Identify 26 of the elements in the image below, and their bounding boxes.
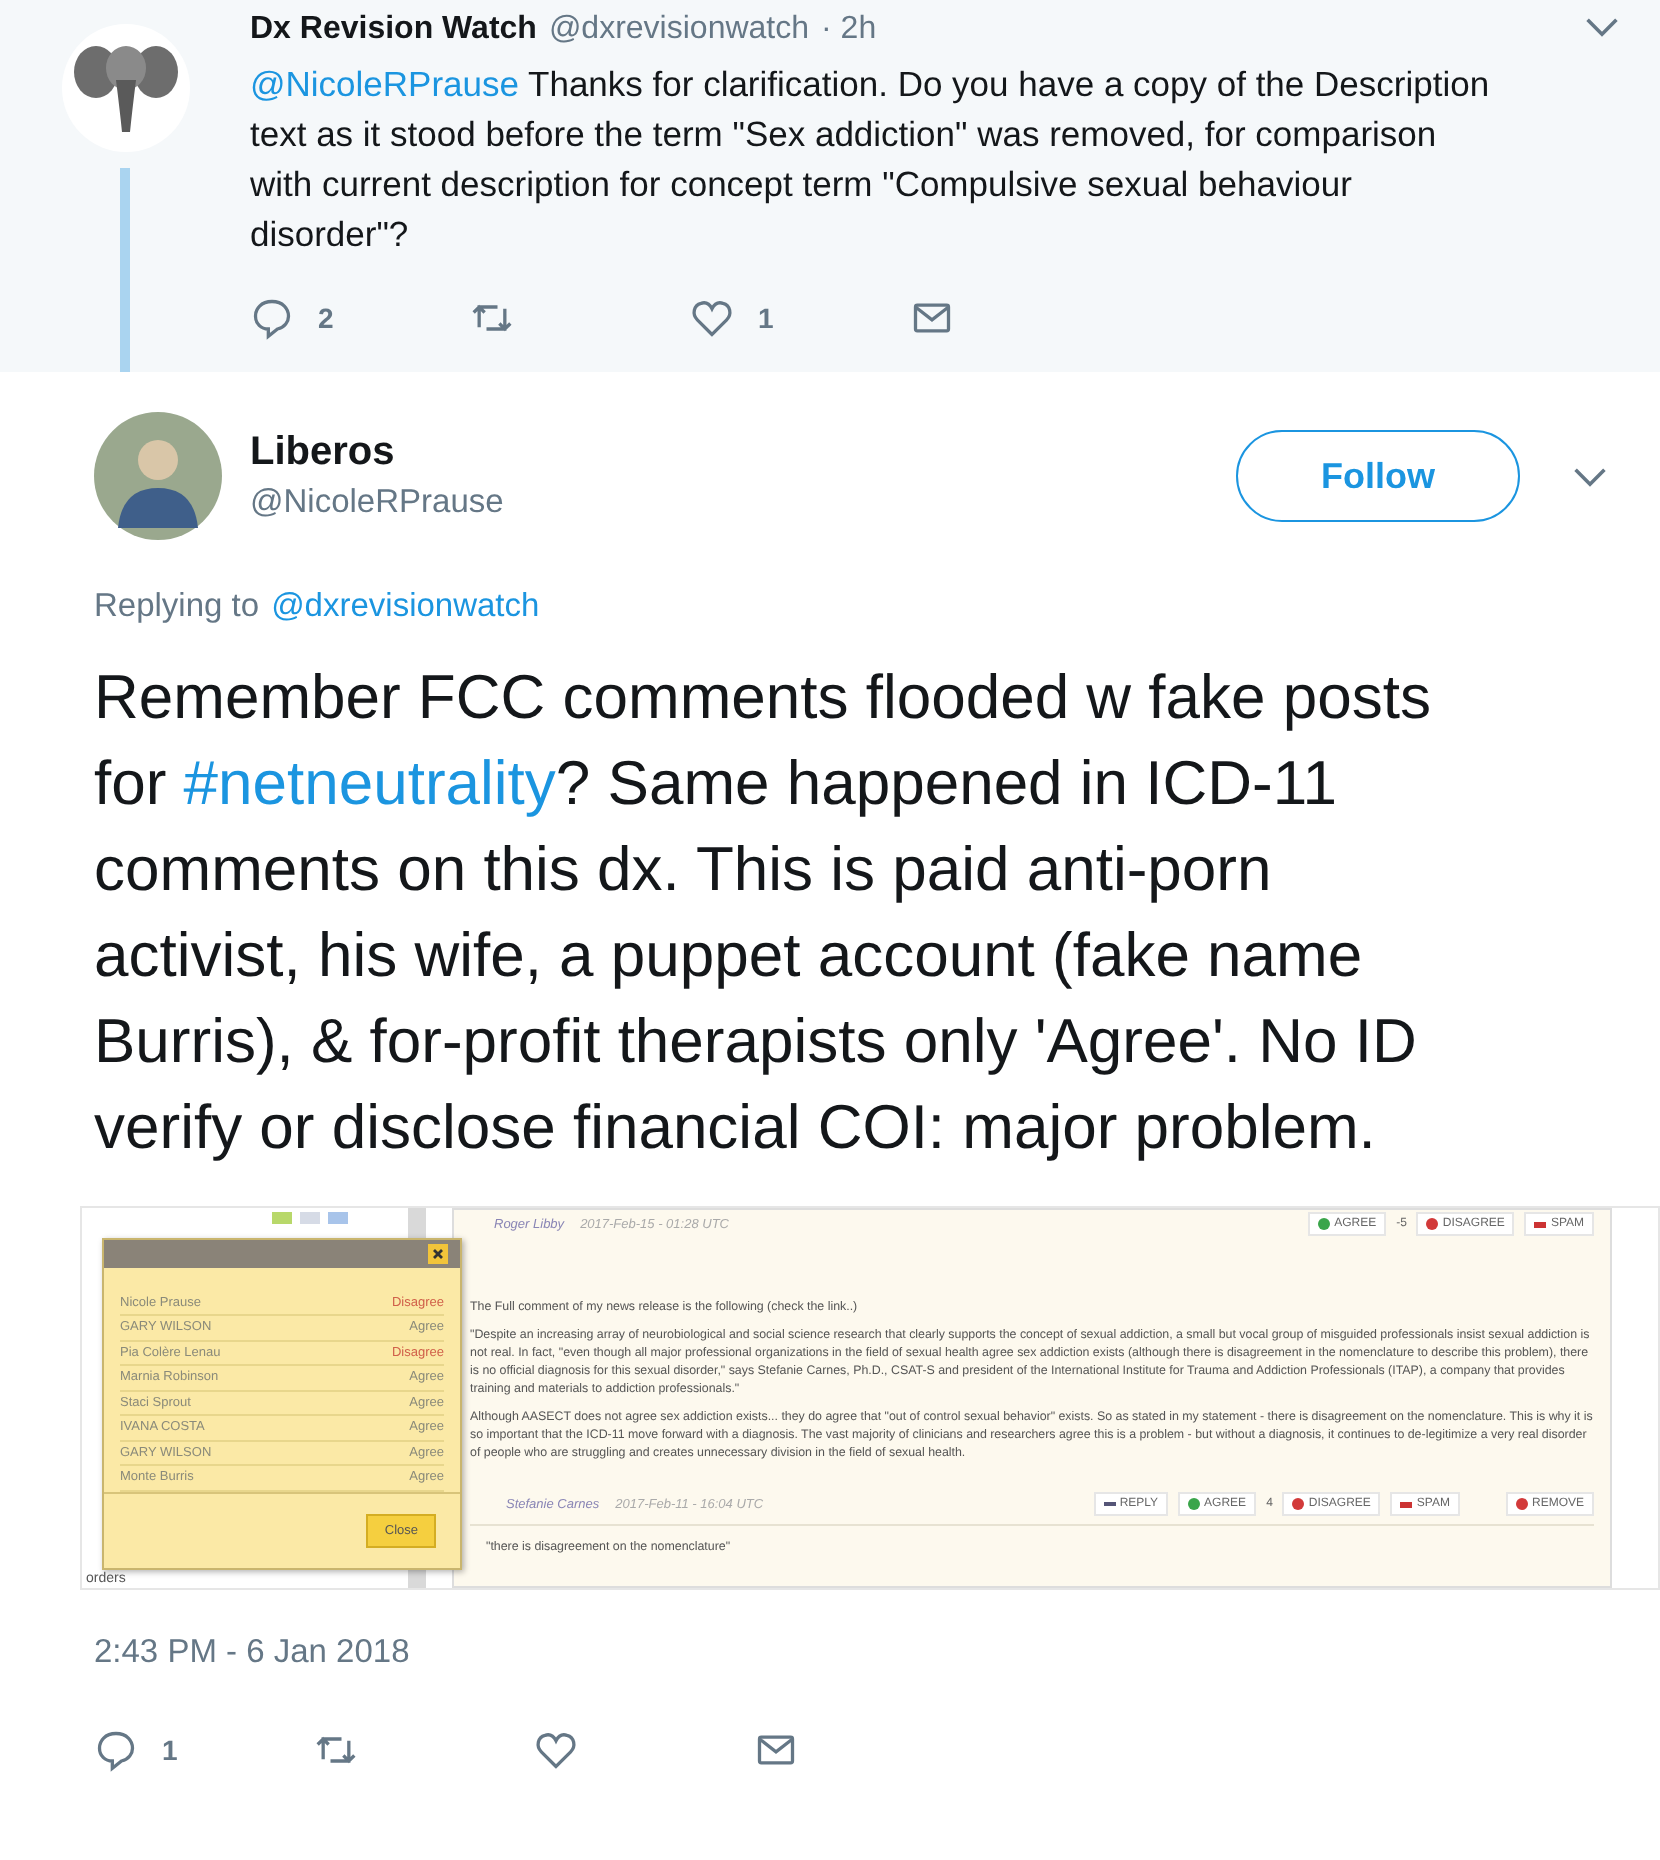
tweet-time: 2:43 PM - 6 Jan 2018 — [94, 1634, 412, 1672]
mention-link[interactable]: @NicoleRPrause — [250, 64, 519, 104]
avatar[interactable] — [94, 412, 222, 540]
hashtag-link[interactable]: #netneutrality — [183, 748, 556, 818]
heart-icon[interactable] — [534, 1728, 578, 1772]
tweet-text: @NicoleRPrause Thanks for clarification. Do you have a copy of the Description text as it stood before the term "Sex addiction" was removed, for comparison with current description for concept term "Compulsive sexual behaviour disorder"? — [250, 62, 1490, 258]
user-name[interactable]: Dx Revision Watch — [250, 12, 537, 48]
user-handle[interactable]: @NicoleRPrause — [250, 484, 1236, 522]
user-handle[interactable]: @dxrevisionwatch — [548, 12, 810, 48]
follow-button[interactable]: Follow — [1236, 430, 1520, 522]
reply-icon[interactable] — [250, 296, 294, 340]
reply-icon[interactable] — [94, 1728, 138, 1772]
reply-count: 1 — [162, 1734, 178, 1766]
chevron-down-icon[interactable] — [1584, 16, 1620, 38]
screenshot-image[interactable] — [80, 1206, 1660, 1590]
chevron-down-icon[interactable] — [1572, 465, 1608, 487]
tweet-text: Remember FCC comments flooded w fake posts for #netneutrality? Same happened in ICD-11 comments on this dx. This is paid anti-porn activist, his wife, a puppet account (fake name Burris), & for-profit therapists only 'Agree'. No ID verify or disclose financial COI: major problem. — [94, 660, 1433, 1166]
user-name[interactable]: Liberos — [250, 430, 1236, 476]
mention-link[interactable]: @dxrevisionwatch — [271, 588, 540, 626]
tweet-time[interactable]: · 2h — [821, 12, 877, 48]
elephant-avatar[interactable] — [61, 24, 189, 152]
like-count: 1 — [758, 302, 774, 334]
close-icon[interactable] — [428, 1243, 448, 1264]
replying-label: Replying to — [94, 588, 260, 626]
heart-icon[interactable] — [690, 296, 734, 340]
reply-count: 2 — [318, 302, 334, 334]
